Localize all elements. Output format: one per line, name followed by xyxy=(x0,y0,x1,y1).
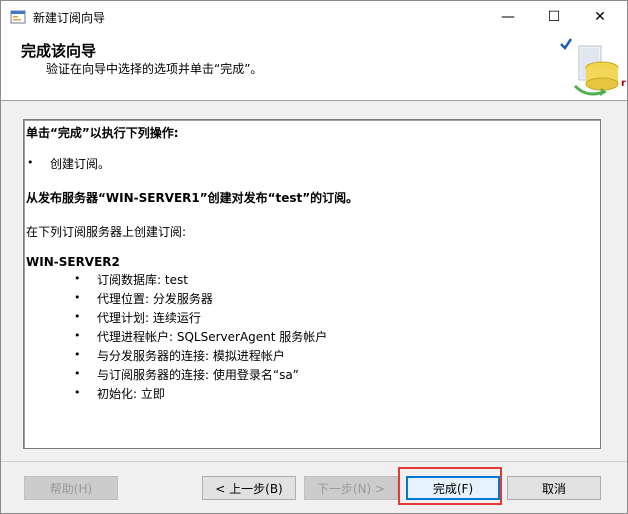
bullet: • xyxy=(74,386,81,399)
close-button[interactable]: ✕ xyxy=(577,1,623,32)
bottom-divider xyxy=(1,461,627,462)
finish-highlight-box xyxy=(398,467,502,505)
detail-item: 初始化: 立即 xyxy=(97,387,165,401)
detail-item: 与分发服务器的连接: 模拟进程帐户 xyxy=(97,349,285,363)
bullet: • xyxy=(74,272,81,285)
wizard-window: 新建订阅向导 — ☐ ✕ 完成该向导 验证在向导中选择的选项并单击“完成”。 r… xyxy=(0,0,628,514)
bullet: • xyxy=(74,329,81,342)
wizard-header: 完成该向导 验证在向导中选择的选项并单击“完成”。 r xyxy=(1,32,627,101)
database-wizard-icon xyxy=(560,38,619,96)
next-button[interactable]: 下一步(N) > xyxy=(304,476,398,500)
side-mark: r xyxy=(621,78,626,89)
help-button[interactable]: 帮助(H) xyxy=(24,476,118,500)
minimize-button[interactable]: — xyxy=(485,1,531,32)
bullet: • xyxy=(27,156,34,169)
bullet: • xyxy=(74,367,81,380)
summary-panel[interactable]: 单击“完成”以执行下列操作: • 创建订阅。 从发布服务器“WIN-SERVER… xyxy=(23,119,601,449)
subscriber-name: WIN-SERVER2 xyxy=(26,255,120,269)
page-title: 完成该向导 xyxy=(21,42,97,60)
close-icon: ✕ xyxy=(594,8,606,25)
minimize-icon: — xyxy=(501,8,515,25)
detail-item: 与订阅服务器的连接: 使用登录名“sa” xyxy=(97,368,299,382)
app-icon xyxy=(10,10,26,24)
back-button[interactable]: < 上一步(B) xyxy=(202,476,296,500)
cancel-button[interactable]: 取消 xyxy=(507,476,601,500)
detail-item: 代理进程帐户: SQLServerAgent 服务帐户 xyxy=(97,330,328,344)
detail-item: 代理计划: 连续运行 xyxy=(97,311,201,325)
window-title: 新建订阅向导 xyxy=(33,11,106,25)
maximize-icon: ☐ xyxy=(547,8,561,25)
maximize-button[interactable]: ☐ xyxy=(531,1,577,32)
summary-heading: 单击“完成”以执行下列操作: xyxy=(26,126,179,140)
bullet: • xyxy=(74,310,81,323)
page-subtitle: 验证在向导中选择的选项并单击“完成”。 xyxy=(46,62,263,76)
bullet: • xyxy=(74,291,81,304)
detail-item: 代理位置: 分发服务器 xyxy=(97,292,213,306)
title-bar[interactable]: 新建订阅向导 — ☐ ✕ xyxy=(1,1,627,32)
bullet: • xyxy=(74,348,81,361)
subscriber-intro: 在下列订阅服务器上创建订阅: xyxy=(26,225,187,239)
detail-item: 订阅数据库: test xyxy=(97,273,188,287)
publication-line: 从发布服务器“WIN-SERVER1”创建对发布“test”的订阅。 xyxy=(26,191,359,205)
summary-action: 创建订阅。 xyxy=(50,157,111,171)
